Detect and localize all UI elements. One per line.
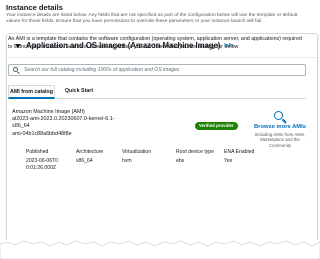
detail-label: Root device type bbox=[176, 149, 214, 155]
search-icon bbox=[274, 111, 286, 123]
detail-label: Architecture bbox=[76, 149, 104, 155]
ami-identifier: al2023-ami-2023.0.20230607.0-kernel-6.1-… bbox=[12, 116, 122, 138]
ami-image-id: ami-04b1c88a6bbd48f8e bbox=[12, 130, 72, 137]
ami-image-name: al2023-ami-2023.0.20230607.0-kernel-6.1-… bbox=[12, 116, 115, 130]
torn-edge bbox=[0, 240, 320, 259]
search-icon bbox=[13, 67, 20, 74]
page-title: Instance details bbox=[6, 3, 63, 12]
detail-published: Published 2023-06-06T00:01:26.000Z bbox=[26, 149, 58, 173]
detail-root-device-type: Root device type ebs bbox=[176, 149, 214, 165]
ami-label: Amazon Machine Image (AMI) bbox=[12, 109, 85, 115]
detail-value: hvm bbox=[122, 158, 132, 164]
detail-value: Yes bbox=[224, 158, 233, 164]
ami-search-input[interactable]: Search our full catalog including 1000s … bbox=[8, 64, 306, 76]
tab-ami-from-catalog[interactable]: AMI from catalog bbox=[8, 85, 55, 99]
section-intro: An AMI is a template that contains the s… bbox=[8, 36, 302, 50]
browse-more-amis-label[interactable]: Browse more AMIs bbox=[252, 124, 308, 131]
browse-more-amis-subtext: Including AMIs from AWS, Marketplace and… bbox=[254, 132, 306, 148]
detail-value: 2023-06-06T00:01:26.000Z bbox=[26, 158, 59, 172]
detail-label: Virtualization bbox=[122, 149, 152, 155]
detail-label: ENA Enabled bbox=[224, 149, 255, 155]
detail-architecture: Architecture x86_64 bbox=[76, 149, 103, 165]
search-placeholder: Search our full catalog including 1000s … bbox=[24, 67, 180, 73]
detail-value: ebs bbox=[176, 158, 185, 164]
detail-value: x86_64 bbox=[76, 158, 93, 164]
ami-tabs: AMI from catalog Quick Start bbox=[8, 85, 306, 99]
tab-quick-start[interactable]: Quick Start bbox=[55, 85, 103, 99]
detail-ena-enabled: ENA Enabled Yes bbox=[224, 149, 254, 165]
browse-more-amis-button[interactable]: Browse more AMIs Including AMIs from AWS… bbox=[252, 111, 308, 148]
page-header: Instance details Your instance details a… bbox=[0, 0, 320, 26]
page-description: Your instance details are listed below. … bbox=[6, 13, 298, 25]
verified-provider-badge: Verified provider bbox=[195, 122, 238, 130]
detail-virtualization: Virtualization hvm bbox=[122, 149, 151, 165]
detail-label: Published bbox=[26, 149, 49, 155]
